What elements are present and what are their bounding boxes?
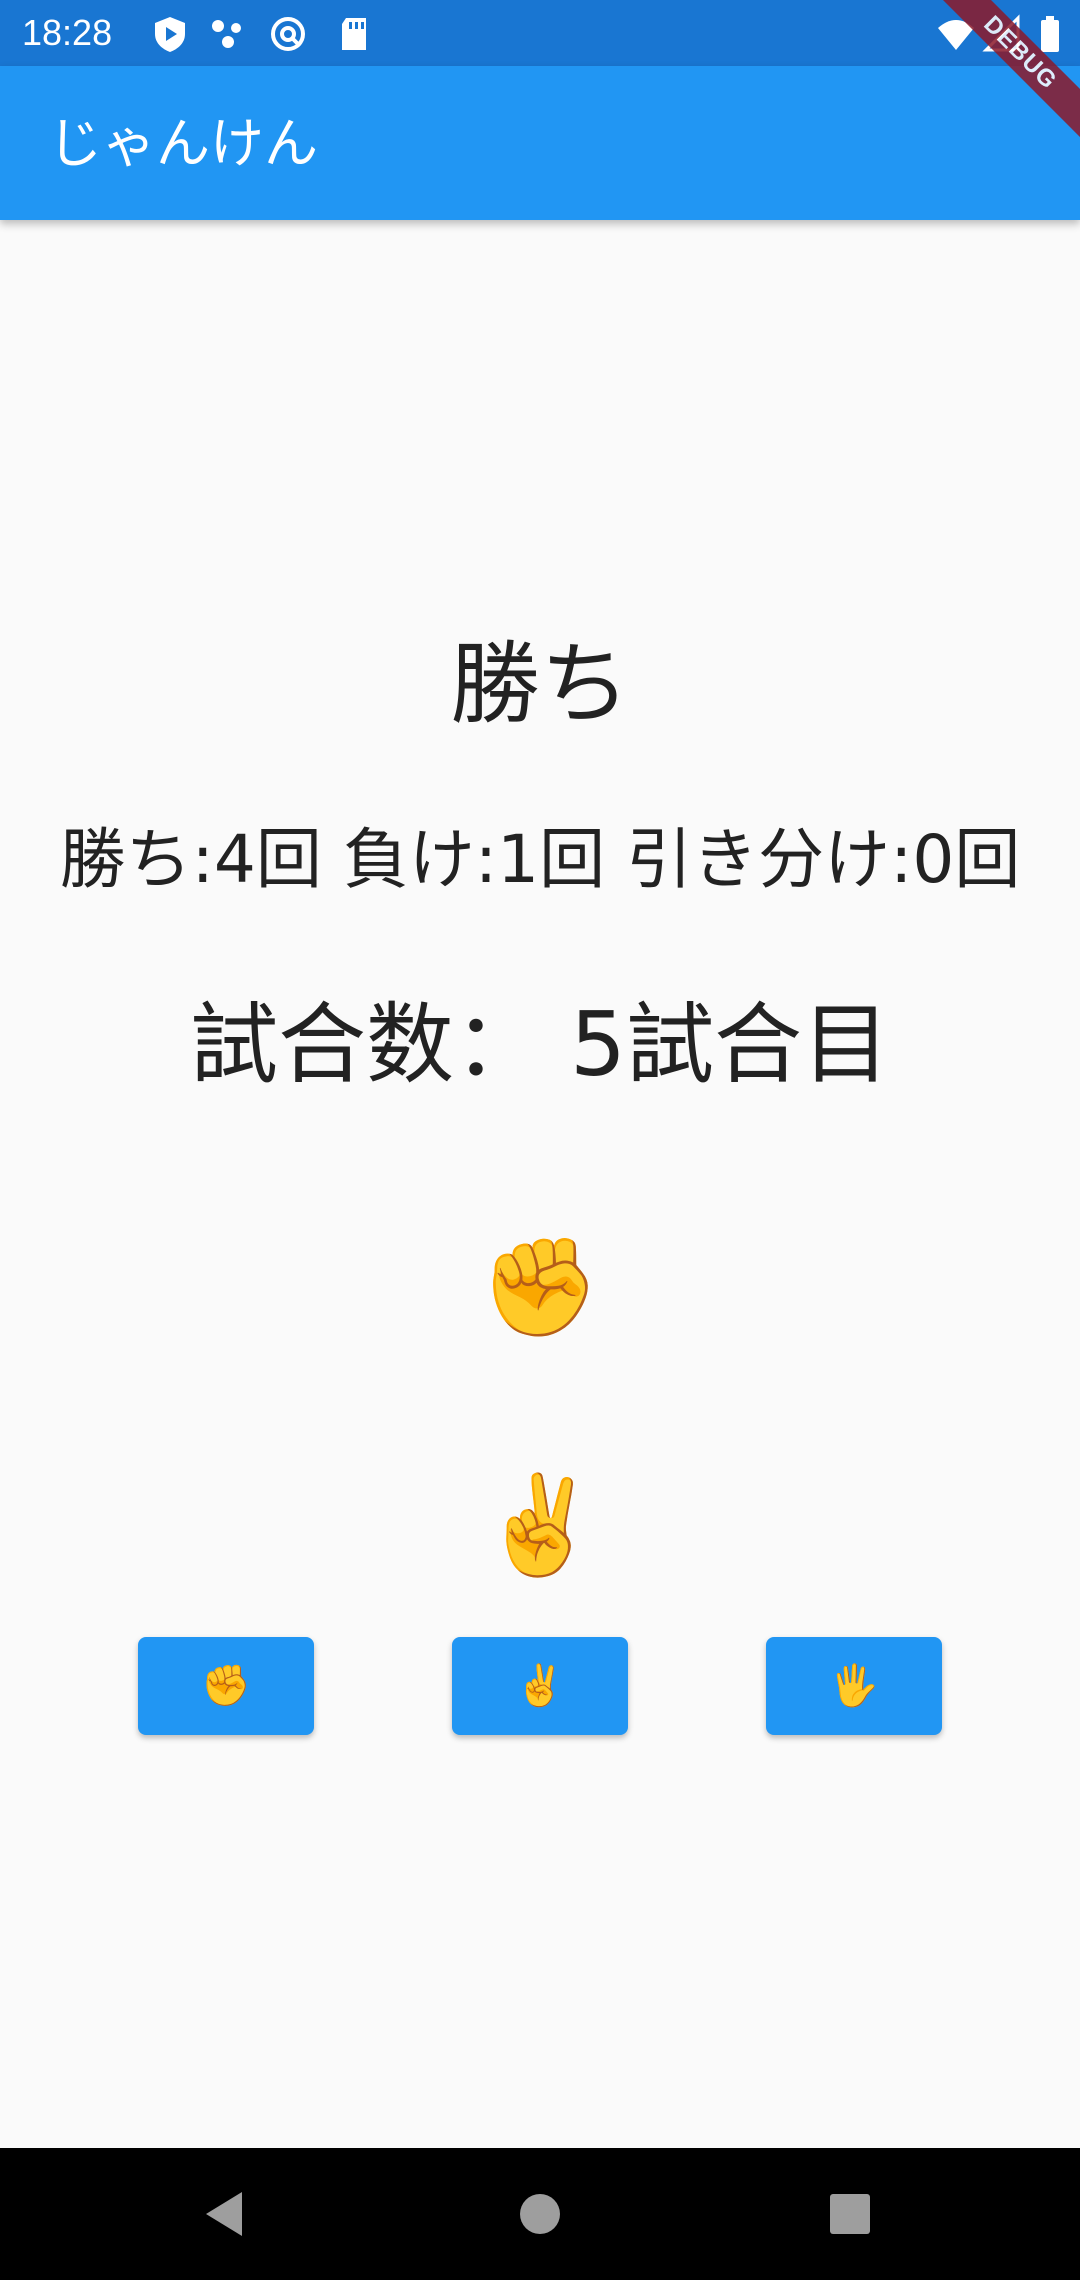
status-time: 18:28 [22,12,113,53]
scissors-button[interactable]: ✌️ [452,1637,628,1735]
app-title: じゃんけん [48,112,318,175]
recents-icon[interactable] [814,2178,886,2250]
game-result-text: 勝ち [450,632,630,737]
system-nav-bar [0,2148,1080,2280]
connection-dots-icon [208,14,248,54]
sd-card-icon [334,14,374,54]
computer-hand-emoji: ✊ [480,1231,600,1343]
match-count-text: 試合数： 5試合目 [190,993,890,1096]
home-icon[interactable] [504,2178,576,2250]
rock-button[interactable]: ✊ [138,1637,314,1735]
status-bar: 18:28 [0,0,1080,66]
win-loss-record-text: 勝ち:4回 負け:1回 引き分け:0回 [59,821,1021,898]
player-hand-emoji: ✌️ [480,1469,600,1581]
shield-icon [150,14,190,54]
paper-button[interactable]: 🖐️ [766,1637,942,1735]
app-bar: じゃんけん [0,66,1080,220]
sync-circle-icon [268,14,308,54]
back-icon[interactable] [190,2178,262,2250]
